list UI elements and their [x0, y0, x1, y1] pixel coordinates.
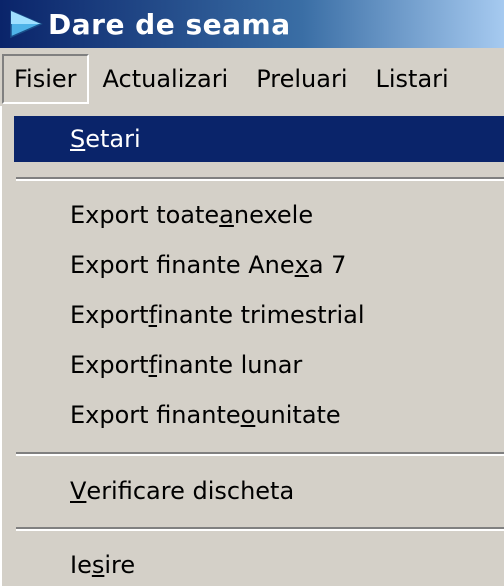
- menu-item-setari[interactable]: Setari: [14, 116, 504, 162]
- menu-separator: [16, 177, 504, 181]
- menu-item-verificare-discheta[interactable]: Verificare discheta: [14, 468, 504, 514]
- app-arrow-icon: [6, 0, 46, 48]
- app-window: Dare de seama Fisier Actualizari Preluar…: [0, 0, 504, 586]
- mnemonic: o: [240, 401, 256, 429]
- menu-item-label: etari: [85, 125, 141, 153]
- menu-actualizari[interactable]: Actualizari: [89, 54, 243, 104]
- menu-separator: [16, 527, 504, 531]
- menu-item-label: nexele: [233, 201, 314, 229]
- menu-item-export-finante-lunar[interactable]: Export f inante lunar: [14, 342, 504, 388]
- menu-item-export-toate-anexele[interactable]: Export toate a nexele: [14, 192, 504, 238]
- fisier-dropdown-menu: Setari Export toate a nexele Export finan…: [0, 106, 504, 586]
- mnemonic: a: [219, 201, 234, 229]
- menu-item-label: inante trimestrial: [157, 301, 365, 329]
- mnemonic: V: [70, 477, 87, 505]
- mnemonic: f: [148, 351, 158, 379]
- menu-item-label: Export: [70, 301, 149, 329]
- menu-item-label: Export finante: [70, 401, 241, 429]
- menu-fisier[interactable]: Fisier: [2, 54, 89, 104]
- menu-listari[interactable]: Listari: [362, 54, 463, 104]
- menu-preluari[interactable]: Preluari: [242, 54, 361, 104]
- menu-item-label: Export: [70, 351, 149, 379]
- menu-item-export-finante-o-unitate[interactable]: Export finante o unitate: [14, 392, 504, 438]
- title-bar[interactable]: Dare de seama: [0, 0, 504, 48]
- menu-item-label: a 7: [308, 251, 347, 279]
- menu-item-export-finante-trimestrial[interactable]: Export f inante trimestrial: [14, 292, 504, 338]
- menu-item-label: inante lunar: [157, 351, 303, 379]
- menu-item-label: Export finante Ane: [70, 251, 295, 279]
- mnemonic: f: [148, 301, 158, 329]
- menu-separator: [16, 452, 504, 456]
- menu-item-iesire[interactable]: Ie s ire: [14, 542, 504, 586]
- window-title: Dare de seama: [48, 7, 291, 41]
- menu-item-label: ire: [104, 551, 136, 579]
- mnemonic: S: [70, 125, 86, 153]
- menu-item-label: Export toate: [70, 201, 220, 229]
- menu-item-label: erificare discheta: [86, 477, 295, 505]
- menu-item-export-finante-anexa-7[interactable]: Export finante Ane x a 7: [14, 242, 504, 288]
- mnemonic: s: [91, 551, 105, 579]
- mnemonic: x: [294, 251, 309, 279]
- menu-item-label: unitate: [255, 401, 341, 429]
- menu-bar: Fisier Actualizari Preluari Listari: [0, 52, 504, 106]
- menu-item-label: Ie: [70, 551, 92, 579]
